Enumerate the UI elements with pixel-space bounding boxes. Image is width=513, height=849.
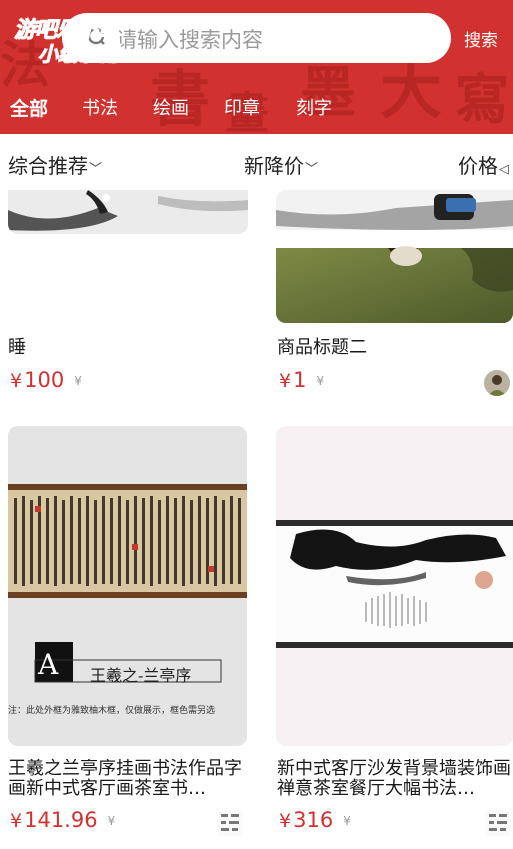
currency-symbol: ¥ — [10, 370, 23, 392]
original-price: ¥ — [343, 814, 351, 828]
original-price: ¥ — [316, 374, 325, 388]
seller-avatar[interactable] — [484, 370, 510, 396]
price-value: 141.96 — [24, 808, 98, 832]
calligraphy-scroll-image — [8, 426, 247, 746]
tab-seal[interactable]: 印章 — [224, 94, 260, 120]
sort-recommended[interactable]: 综合推荐﹀ — [8, 150, 102, 179]
product-image[interactable] — [276, 190, 513, 323]
tab-all[interactable]: 全部 — [10, 94, 48, 121]
product-image[interactable] — [8, 190, 248, 234]
sort-price[interactable]: 价格◁ — [458, 150, 509, 179]
sort-price-label: 价格 — [458, 154, 498, 178]
image-caption: 王羲之-兰亭序 — [90, 666, 192, 685]
chevron-down-icon: ﹀ — [305, 162, 319, 177]
image-caption-mark: A — [38, 648, 59, 681]
product-title[interactable]: 新中式客厅沙发背景墙装饰画禅意茶室餐厅大幅书法… — [277, 759, 513, 799]
header: 書 墨 大 寫 法 畫 请输入搜索内容 搜索 游吧乐下载 小编亲测 全部 书法 … — [0, 0, 513, 134]
product-price: ¥100 ¥ — [10, 368, 82, 392]
seal-logo-icon — [221, 814, 239, 831]
currency-symbol: ¥ — [10, 810, 23, 832]
watermark-subtext: 小编亲测 — [38, 42, 119, 67]
ink-landscape-image — [276, 426, 513, 746]
tab-engraving[interactable]: 刻字 — [296, 94, 332, 120]
search-button[interactable]: 搜索 — [464, 26, 498, 51]
product-title[interactable]: 王羲之兰亭序挂画书法作品字画新中式客厅画茶室书… — [8, 759, 248, 799]
sort-recommended-label: 综合推荐 — [8, 154, 88, 178]
product-price: ¥141.96 ¥ — [10, 808, 115, 832]
product-price: ¥1 ¥ — [279, 368, 324, 392]
sort-icon: ◁ — [499, 162, 509, 177]
product-title[interactable]: 商品标题二 — [277, 338, 513, 358]
chevron-down-icon: ﹀ — [89, 162, 103, 177]
landscape-photo-image — [276, 190, 513, 323]
watermark-logo: 游吧乐下载 小编亲测 — [8, 12, 158, 67]
product-price: ¥316 ¥ — [279, 808, 351, 832]
seller-avatar[interactable] — [217, 810, 243, 836]
product-image[interactable] — [8, 426, 247, 746]
sort-price-drop[interactable]: 新降价﹀ — [244, 150, 318, 179]
ink-painting-image — [8, 190, 248, 234]
product-title[interactable]: 睡 — [8, 338, 246, 358]
original-price: ¥ — [107, 814, 116, 828]
product-image[interactable] — [276, 426, 513, 746]
price-value: 100 — [24, 368, 65, 392]
category-tabs: 全部 书法 绘画 印章 刻字 — [0, 86, 513, 126]
product-image-blank — [8, 234, 248, 324]
price-value: 1 — [293, 368, 307, 392]
price-value: 316 — [293, 808, 334, 832]
tab-painting[interactable]: 绘画 — [153, 94, 189, 120]
image-note: 注：此处外框为雅致柚木框，仅做展示，框色需另选 — [8, 706, 216, 716]
sort-bar: 综合推荐﹀ 新降价﹀ 价格◁ — [0, 134, 513, 190]
sort-price-drop-label: 新降价 — [244, 154, 304, 178]
currency-symbol: ¥ — [279, 370, 292, 392]
seller-avatar[interactable] — [485, 810, 511, 836]
tab-calligraphy[interactable]: 书法 — [82, 94, 118, 120]
avatar-image — [484, 370, 510, 396]
original-price: ¥ — [74, 374, 82, 388]
seal-logo-icon — [489, 814, 507, 831]
currency-symbol: ¥ — [279, 810, 292, 832]
